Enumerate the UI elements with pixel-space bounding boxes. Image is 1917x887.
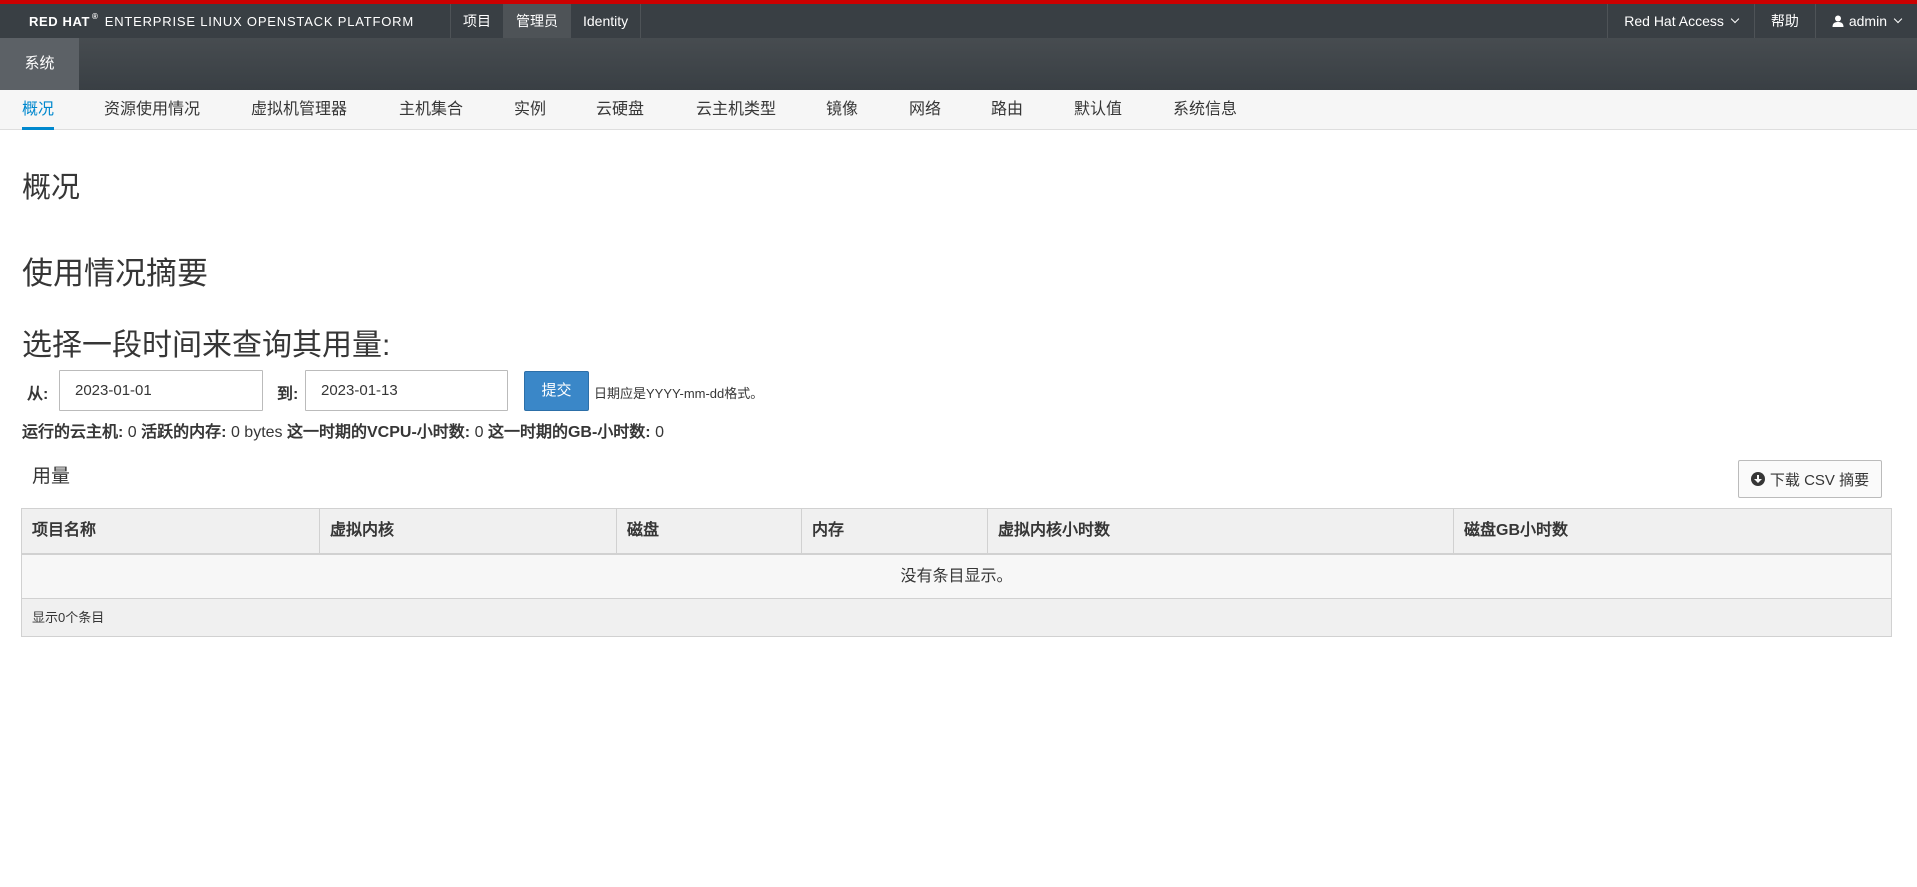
from-label: 从: bbox=[27, 386, 49, 403]
column-vcpu-hours[interactable]: 虚拟内核小时数 bbox=[988, 509, 1454, 553]
subnav-volumes[interactable]: 云硬盘 bbox=[596, 90, 644, 130]
secondary-navbar: 系统 bbox=[0, 38, 1917, 90]
column-vcpus[interactable]: 虚拟内核 bbox=[320, 509, 617, 553]
nav-admin[interactable]: 管理员 bbox=[504, 4, 571, 38]
column-memory[interactable]: 内存 bbox=[802, 509, 988, 553]
tab-system[interactable]: 系统 bbox=[0, 38, 79, 90]
nav-project[interactable]: 项目 bbox=[451, 4, 504, 38]
usage-table-title: 用量 bbox=[32, 466, 71, 487]
top-navbar: RED HAT ® ENTERPRISE LINUX OPENSTACK PLAT… bbox=[0, 0, 1917, 38]
usage-table: 项目名称 虚拟内核 磁盘 内存 虚拟内核小时数 磁盘GB小时数 没有条目显示。 … bbox=[21, 508, 1892, 637]
gb-hours-label: 这一时期的GB-小时数: bbox=[487, 424, 651, 441]
column-disk[interactable]: 磁盘 bbox=[617, 509, 802, 553]
user-name: admin bbox=[1848, 13, 1887, 29]
top-nav: 项目 管理员 Identity bbox=[450, 4, 642, 38]
utility-nav: Red Hat Access 帮助 admin bbox=[1607, 4, 1917, 38]
subnav-flavors[interactable]: 云主机类型 bbox=[696, 90, 776, 130]
usage-stats: 运行的云主机: 0 活跃的内存: 0 bytes 这一时期的VCPU-小时数: … bbox=[22, 418, 664, 442]
subnav-images[interactable]: 镜像 bbox=[826, 90, 858, 130]
empty-table-message: 没有条目显示。 bbox=[22, 555, 1891, 599]
brand-registered-mark: ® bbox=[92, 12, 99, 21]
help-label: 帮助 bbox=[1770, 13, 1799, 29]
sub-nav: 概况 资源使用情况 虚拟机管理器 主机集合 实例 云硬盘 云主机类型 镜像 网络… bbox=[0, 90, 1917, 130]
table-footer-count: 显示0个条目 bbox=[22, 599, 1891, 636]
subnav-defaults[interactable]: 默认值 bbox=[1074, 90, 1122, 130]
nav-identity[interactable]: Identity bbox=[571, 4, 642, 38]
download-icon bbox=[1750, 472, 1765, 486]
column-project-name[interactable]: 项目名称 bbox=[22, 509, 320, 553]
subnav-overview[interactable]: 概况 bbox=[22, 90, 55, 130]
date-format-hint: 日期应是YYYY-mm-dd格式。 bbox=[594, 386, 764, 401]
to-label: 到: bbox=[277, 386, 299, 403]
gb-hours-value: 0 bbox=[655, 424, 664, 441]
running-instances-label: 运行的云主机: bbox=[22, 424, 124, 441]
running-instances-value: 0 bbox=[127, 424, 137, 441]
start-date-input[interactable] bbox=[59, 370, 263, 411]
submit-button[interactable]: 提交 bbox=[524, 371, 589, 411]
end-date-input[interactable] bbox=[305, 370, 508, 411]
subnav-host-aggregates[interactable]: 主机集合 bbox=[399, 90, 463, 130]
download-csv-label: 下载 CSV 摘要 bbox=[1769, 471, 1870, 489]
usage-summary-heading: 使用情况摘要 bbox=[22, 256, 208, 291]
brand-logo[interactable]: RED HAT ® ENTERPRISE LINUX OPENSTACK PLAT… bbox=[29, 12, 414, 29]
brand-redhat: RED HAT bbox=[29, 14, 91, 29]
redhat-access-label: Red Hat Access bbox=[1624, 13, 1724, 29]
page-title: 概况 bbox=[22, 172, 81, 204]
subnav-routers[interactable]: 路由 bbox=[991, 90, 1023, 130]
subnav-instances[interactable]: 实例 bbox=[514, 90, 546, 130]
vcpu-hours-value: 0 bbox=[474, 424, 484, 441]
subnav-resource-usage[interactable]: 资源使用情况 bbox=[104, 90, 200, 130]
column-disk-gb-hours[interactable]: 磁盘GB小时数 bbox=[1454, 509, 1891, 553]
subnav-hypervisors[interactable]: 虚拟机管理器 bbox=[251, 90, 347, 130]
help-link[interactable]: 帮助 bbox=[1753, 4, 1815, 38]
chevron-down-icon bbox=[1730, 14, 1740, 24]
vcpu-hours-label: 这一时期的VCPU-小时数: bbox=[287, 424, 471, 441]
period-heading: 选择一段时间来查询其用量: bbox=[22, 329, 391, 362]
active-memory-value: 0 bytes bbox=[230, 424, 283, 441]
subnav-system-info[interactable]: 系统信息 bbox=[1173, 90, 1237, 130]
chevron-down-icon bbox=[1893, 14, 1903, 24]
active-memory-label: 活跃的内存: bbox=[141, 424, 227, 441]
table-header: 项目名称 虚拟内核 磁盘 内存 虚拟内核小时数 磁盘GB小时数 bbox=[22, 509, 1891, 555]
user-menu[interactable]: admin bbox=[1814, 4, 1917, 38]
brand-product-name: ENTERPRISE LINUX OPENSTACK PLATFORM bbox=[104, 14, 414, 29]
download-csv-button[interactable]: 下载 CSV 摘要 bbox=[1738, 460, 1882, 498]
subnav-networks[interactable]: 网络 bbox=[909, 90, 941, 130]
user-icon bbox=[1832, 15, 1844, 27]
redhat-access-menu[interactable]: Red Hat Access bbox=[1607, 4, 1754, 38]
